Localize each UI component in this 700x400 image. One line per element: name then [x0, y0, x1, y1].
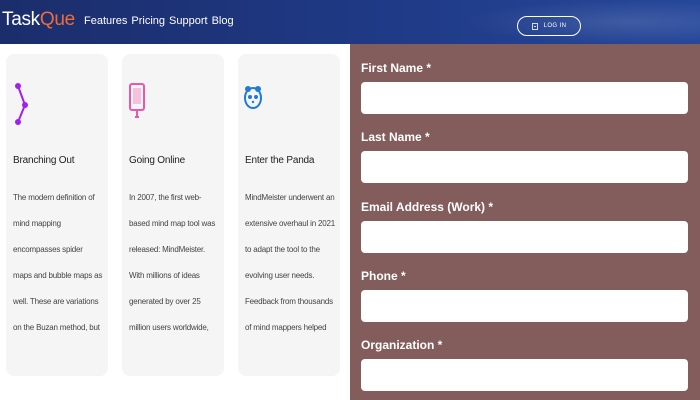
first-name-label: First Name *	[361, 61, 432, 75]
feature-card-online: Going Online In 2007, the first web-base…	[122, 54, 224, 376]
logo-text-accent: Que	[39, 9, 75, 30]
organization-input[interactable]	[361, 359, 688, 391]
login-button[interactable]: LOG IN	[517, 16, 581, 36]
card-text: The modern definition of mind mapping en…	[13, 193, 103, 332]
nav-link-features[interactable]: Features	[84, 15, 127, 27]
card-text: MindMeister underwent an extensive overh…	[245, 193, 335, 332]
last-name-input[interactable]	[361, 151, 688, 183]
contact-form: First Name * Last Name * Email Address (…	[350, 44, 700, 400]
organization-label: Organization *	[361, 338, 443, 352]
branch-icon	[15, 83, 28, 125]
email-label: Email Address (Work) *	[361, 200, 494, 214]
login-label: LOG IN	[543, 23, 567, 29]
phone-label: Phone *	[361, 269, 406, 283]
feature-card-branching: Branching Out The modern definition of m…	[6, 54, 108, 376]
phone-input[interactable]	[361, 290, 688, 322]
panda-icon	[244, 86, 262, 109]
card-title: Branching Out	[13, 155, 75, 166]
login-icon	[531, 22, 538, 30]
nav-link-pricing[interactable]: Pricing	[131, 15, 165, 27]
feature-card-panda: Enter the Panda MindMeister underwent an…	[238, 54, 340, 376]
email-input[interactable]	[361, 221, 688, 253]
top-nav-bar: TaskQue Features Pricing Support Blog LO…	[0, 0, 700, 44]
logo-text-main: Task	[2, 9, 40, 30]
logo[interactable]: TaskQue	[2, 9, 75, 31]
tablet-icon	[129, 83, 145, 118]
card-text: In 2007, the first web-based mind map to…	[129, 193, 216, 332]
main-nav: Features Pricing Support Blog	[84, 15, 234, 27]
card-title: Enter the Panda	[245, 155, 315, 166]
nav-link-support[interactable]: Support	[169, 15, 208, 27]
last-name-label: Last Name *	[361, 130, 430, 144]
first-name-input[interactable]	[361, 82, 688, 114]
card-title: Going Online	[129, 155, 185, 166]
nav-link-blog[interactable]: Blog	[212, 15, 234, 27]
